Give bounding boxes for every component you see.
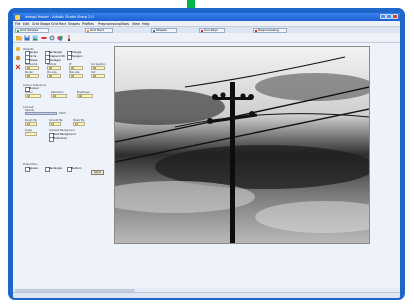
prop-medium-label: Medium — [71, 166, 82, 170]
palette-icon[interactable] — [15, 55, 21, 61]
brightness-field[interactable]: 40 — [77, 94, 93, 98]
out-field[interactable]: 40 — [91, 74, 105, 78]
horizontal-field[interactable]: 40 — [25, 66, 39, 70]
prop-rectangle-label: Rectangle — [49, 166, 62, 170]
tab-label: Preprocessing — [258, 27, 279, 32]
tab-shapes[interactable]: Shapes — [151, 27, 177, 33]
close-button[interactable] — [392, 14, 398, 19]
color-icon[interactable] — [57, 35, 63, 41]
saturation-field[interactable]: 40 — [51, 94, 67, 98]
green-swatch-icon — [17, 29, 19, 32]
square-label: Square — [29, 50, 39, 54]
apply-button[interactable]: Apply — [91, 170, 104, 175]
menu-file[interactable]: File — [15, 22, 21, 26]
app-icon — [15, 14, 20, 20]
menu-profiles[interactable]: Profiles — [82, 22, 94, 26]
ellipse-label: Ellipse — [29, 58, 38, 62]
triangle-label: Triangle — [71, 50, 82, 54]
status-bar — [13, 292, 400, 298]
sun-icon[interactable] — [15, 46, 21, 52]
rough-flip-field[interactable]: 10 — [25, 122, 37, 126]
sharp-flip-field[interactable]: 10 — [73, 122, 85, 126]
delete-icon[interactable] — [41, 35, 47, 41]
menu-preprocessing[interactable]: Preprocessing — [98, 22, 121, 26]
opacity-value: 100% — [59, 112, 66, 115]
tab-label: Sun Rays — [204, 27, 218, 32]
tab-grid-shapes[interactable]: Grid Shapes — [15, 27, 49, 33]
settings-icon[interactable] — [49, 35, 55, 41]
brush-icon[interactable] — [66, 35, 72, 41]
menu-grid-rect[interactable]: Grid Rect — [51, 22, 66, 26]
opacity-slider[interactable] — [25, 112, 57, 115]
smooth-flip-field[interactable]: 10 — [49, 122, 61, 126]
power-line-photo-icon — [115, 47, 369, 243]
max-size-field[interactable]: 40 — [69, 74, 83, 78]
tab-label: Grid Shapes — [20, 27, 39, 32]
circle-label: Circle — [29, 54, 37, 58]
tab-grid-rect[interactable]: Grid Rect — [85, 27, 113, 33]
image-icon[interactable] — [32, 35, 38, 41]
side-toolbar — [13, 43, 23, 298]
colour-field[interactable]: 40 — [25, 94, 41, 98]
tab-sun-rays[interactable]: Sun Rays — [199, 27, 225, 33]
window-title: ImageJ Helper - Artistic Studio Sharp 2.… — [25, 15, 94, 19]
hexagon-label: Hexagon — [71, 54, 83, 58]
cut-position-field[interactable]: 40 — [91, 66, 105, 70]
tab-label: Grid Rect — [90, 27, 104, 32]
menu-help[interactable]: Help — [142, 22, 150, 26]
tab-label: Shapes — [156, 27, 167, 32]
diagonal-label: Diagonal Str. — [49, 54, 66, 58]
menu-grid-shape[interactable]: Grid Shape — [32, 22, 50, 26]
app-window: ImageJ Helper - Artistic Studio Sharp 2.… — [13, 13, 400, 298]
red-swatch-icon — [201, 29, 203, 32]
image-canvas[interactable] — [114, 46, 370, 244]
angle-field[interactable] — [25, 132, 37, 136]
toolbar — [13, 33, 400, 43]
menu-shapes[interactable]: Shapes — [68, 22, 80, 26]
parameters-panel: Objects Square Rectangle Triangle Circle… — [23, 47, 109, 177]
menu-tools[interactable]: Tools — [121, 22, 129, 26]
open-folder-icon[interactable] — [16, 35, 22, 41]
rectangle-label: Rectangle — [49, 50, 62, 54]
proportion-title: Proportion — [23, 162, 38, 166]
w-field[interactable]: 40 — [69, 66, 83, 70]
prop-square-label: Square — [29, 166, 39, 170]
border-field[interactable]: 40 — [25, 74, 39, 78]
orange-swatch-icon — [87, 29, 89, 32]
pentagon-label: Pentagon — [49, 58, 62, 62]
red-swatch-icon — [255, 29, 257, 32]
solid-bg-label: Solid Background — [53, 132, 76, 136]
manual-label: Manual — [29, 86, 39, 90]
menu-view[interactable]: View — [132, 22, 140, 26]
title-bar[interactable]: ImageJ Helper - Artistic Studio Sharp 2.… — [13, 13, 400, 21]
min-size-field[interactable]: 40 — [47, 74, 61, 78]
save-icon[interactable] — [24, 35, 30, 41]
menu-edit[interactable]: Edit — [23, 22, 29, 26]
multicolour-label: Multicolour — [53, 136, 68, 140]
tab-preprocessing[interactable]: Preprocessing — [253, 27, 287, 33]
cancel-icon[interactable] — [15, 64, 21, 70]
blue-swatch-icon — [153, 29, 155, 32]
vertical-field[interactable]: 40 — [47, 66, 61, 70]
